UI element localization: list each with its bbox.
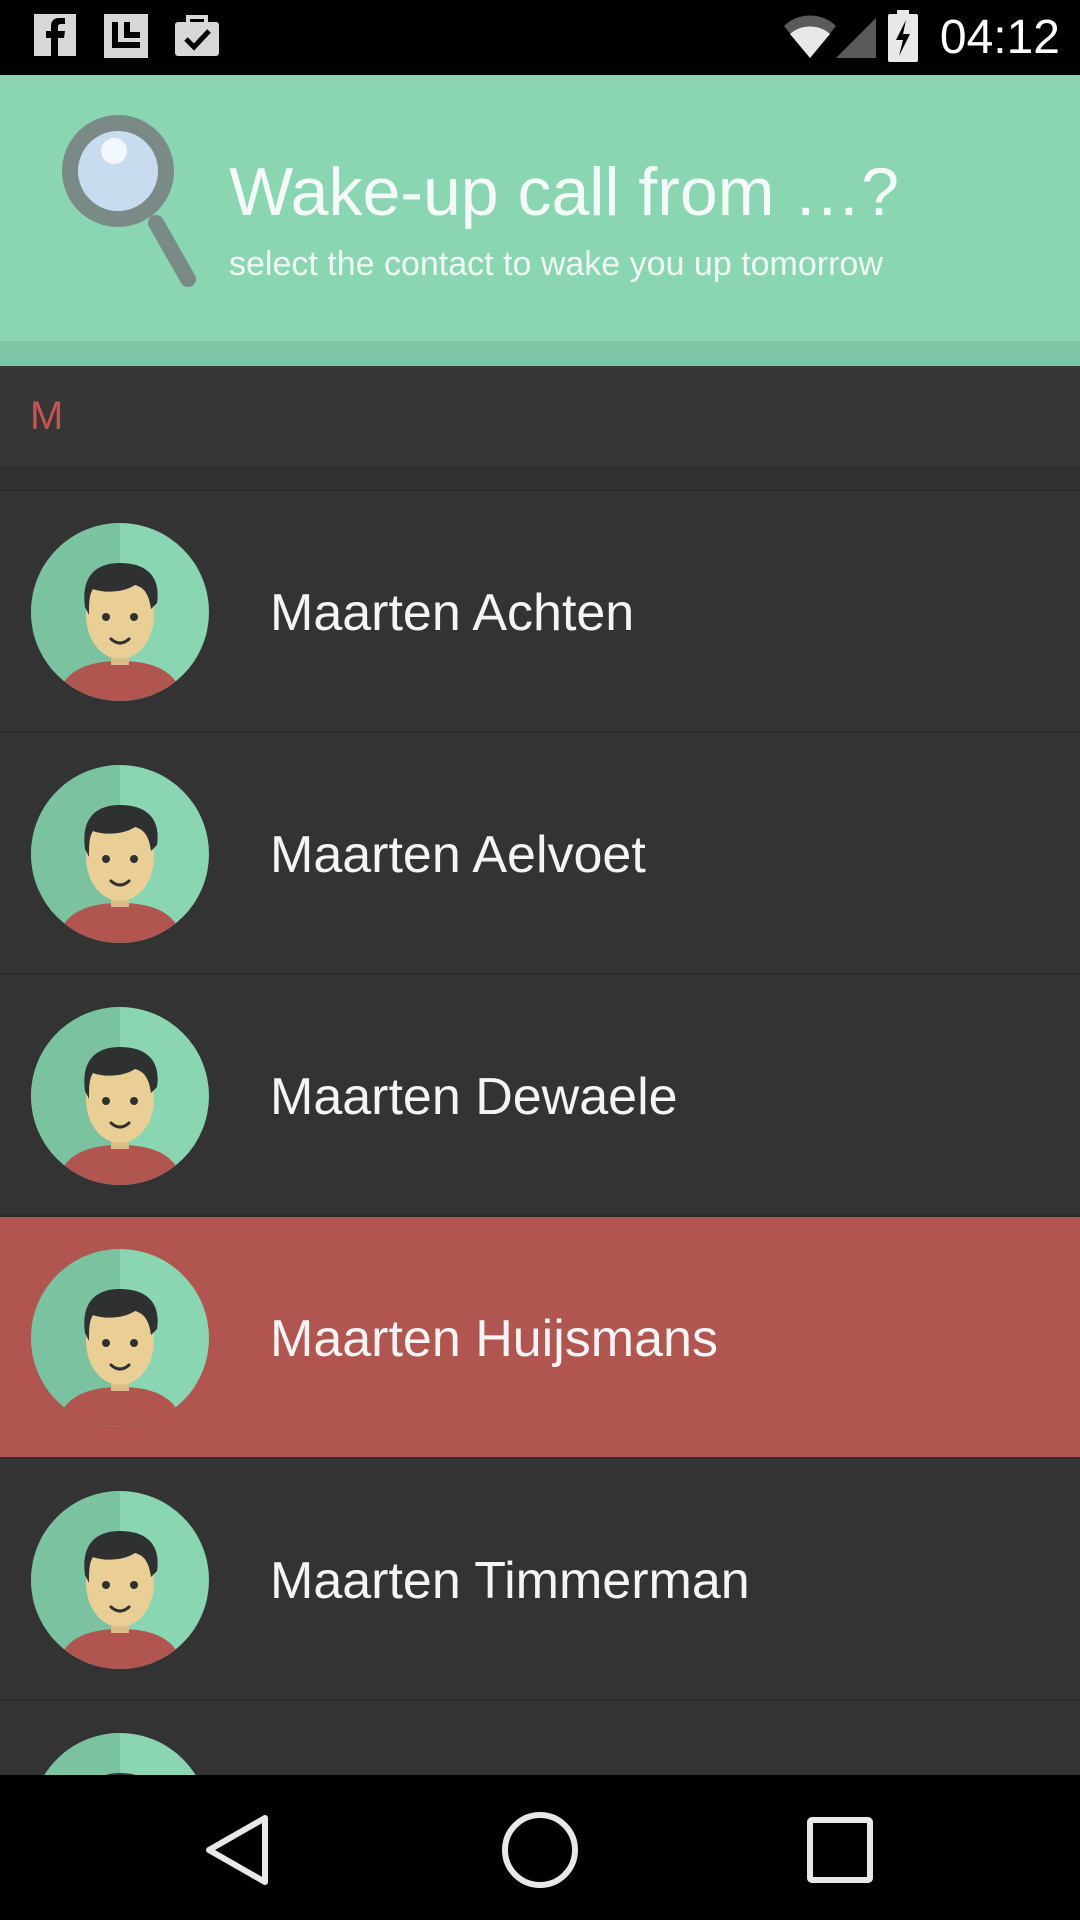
contact-row-selected[interactable]: Maarten Huijsmans [0, 1217, 1080, 1459]
clock-time: 04:12 [939, 11, 1060, 64]
header-shadow [0, 341, 1080, 366]
avatar-icon [31, 765, 209, 943]
contact-list[interactable]: Maarten Achten Maarten Aelvoet Maarten D… [0, 491, 1080, 1775]
contact-name: Maarten Timmerman [270, 1552, 750, 1610]
avatar-icon [31, 1249, 209, 1427]
battery-charging-icon [888, 10, 918, 62]
app-header: Wake-up call from …? select the contact … [0, 75, 1080, 341]
navigation-bar [0, 1775, 1080, 1920]
section-divider [0, 466, 1080, 491]
contact-row[interactable]: Maarten Aelvoet [0, 733, 1080, 975]
facebook-icon [34, 14, 76, 56]
contact-name: Maarten Dewaele [270, 1068, 678, 1126]
contact-row[interactable]: Maarten Achten [0, 491, 1080, 733]
contact-name: Maarten Aelvoet [270, 826, 646, 884]
signal-icon [836, 18, 876, 58]
magnifier-icon [62, 115, 196, 287]
status-bar: 04:12 [0, 0, 1080, 75]
avatar-icon [31, 1733, 209, 1775]
contact-row[interactable]: Maarten Timmerman [0, 1459, 1080, 1701]
contact-row[interactable] [0, 1701, 1080, 1775]
contact-name: Maarten Achten [270, 584, 635, 642]
linkedin-icon [104, 14, 148, 58]
briefcase-check-icon [175, 15, 219, 56]
avatar-icon [31, 1491, 209, 1669]
recents-icon[interactable] [800, 1810, 880, 1890]
page-subtitle: select the contact to wake you up tomorr… [229, 245, 883, 283]
avatar-icon [31, 1007, 209, 1185]
contact-name: Maarten Huijsmans [270, 1310, 718, 1368]
page-title: Wake-up call from …? [229, 154, 900, 230]
section-letter: M [30, 394, 64, 438]
home-icon[interactable] [500, 1810, 580, 1890]
back-icon[interactable] [197, 1810, 277, 1890]
wifi-icon [784, 15, 836, 58]
avatar-icon [31, 523, 209, 701]
section-header: M [0, 366, 1080, 466]
contact-row[interactable]: Maarten Dewaele [0, 975, 1080, 1217]
